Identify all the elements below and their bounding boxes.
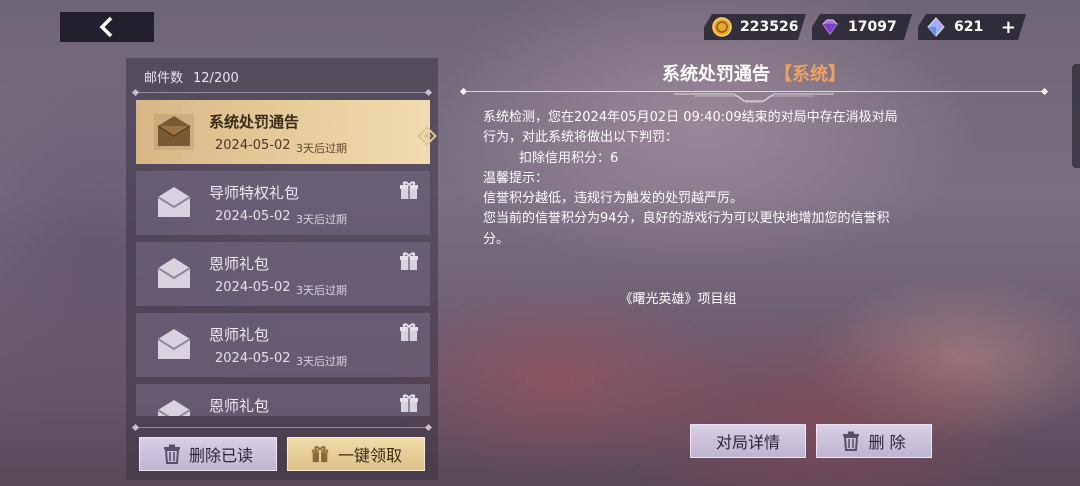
gold-coin-icon — [712, 17, 732, 37]
gold-currency: 223526 — [704, 14, 806, 40]
mail-item-selected[interactable]: 系统处罚通告 2024-05-02 3天后过期 — [136, 100, 430, 164]
mail-title: 系统处罚通告 — [209, 113, 300, 131]
crystal-currency[interactable]: 621 + — [918, 14, 1026, 40]
mail-date: 2024-05-02 — [215, 351, 291, 366]
mail-title: 恩师礼包 — [209, 397, 270, 415]
add-currency-button[interactable]: + — [1001, 17, 1016, 38]
mail-count: 邮件数 12/200 — [144, 67, 239, 86]
delete-read-button[interactable]: 删除已读 — [139, 437, 277, 471]
mail-body: 系统检测，您在2024年05月02日 09:40:09结束的对局中存在消极对局 … — [483, 108, 953, 250]
crystal-amount: 621 — [954, 19, 984, 35]
envelope-icon — [157, 187, 191, 217]
body-line: 您当前的信誉积分为94分，良好的游戏行为可以更快地增加您的信誉积 — [483, 211, 890, 227]
back-button[interactable] — [60, 12, 154, 42]
divider — [136, 427, 428, 428]
mail-count-label: 邮件数 — [144, 71, 184, 86]
title-divider — [464, 91, 1044, 92]
mail-title: 恩师礼包 — [209, 326, 270, 344]
mail-date: 2024-05-02 — [215, 209, 291, 224]
mail-date: 2024-05-02 — [215, 280, 291, 295]
match-detail-button[interactable]: 对局详情 — [690, 424, 806, 458]
mail-date: 2024-05-02 — [215, 138, 291, 153]
detail-title-text: 系统处罚通告 — [662, 64, 770, 85]
crystal-gem-icon — [926, 17, 946, 37]
body-line: 系统检测，您在2024年05月02日 09:40:09结束的对局中存在消极对局 — [483, 110, 898, 125]
delete-button[interactable]: 删 除 — [816, 424, 932, 458]
mail-expiry: 3天后过期 — [296, 284, 347, 297]
currency-bar: 223526 17097 621 + — [704, 14, 1026, 40]
mail-title: 恩师礼包 — [209, 255, 270, 273]
mail-item[interactable]: 导师特权礼包 2024-05-02 3天后过期 — [136, 171, 430, 235]
gift-icon — [311, 446, 329, 463]
gift-icon — [400, 252, 418, 270]
gift-icon — [400, 181, 418, 199]
mail-expiry: 3天后过期 — [296, 355, 347, 368]
body-line: 行为，对此系统将做出以下判罚： — [483, 130, 679, 146]
ornament-icon — [674, 93, 834, 103]
mail-list-panel: 邮件数 12/200 系统处罚通告 2024-05-02 3天后过期 导师特权礼包… — [126, 58, 438, 480]
mail-detail-title: 系统处罚通告 【系统】 — [464, 60, 1044, 86]
envelope-icon — [157, 400, 191, 416]
claim-all-button[interactable]: 一键领取 — [287, 437, 425, 471]
diamond-currency: 17097 — [812, 14, 912, 40]
trash-icon — [163, 444, 180, 464]
side-drawer-tab[interactable] — [1072, 64, 1080, 168]
mail-item[interactable]: 恩师礼包 — [136, 384, 430, 416]
purple-diamond-icon — [820, 17, 840, 37]
divider — [136, 92, 428, 93]
diamond-amount: 17097 — [848, 19, 897, 35]
signature: 《曙光英雄》项目组 — [483, 288, 1063, 307]
mail-expiry: 3天后过期 — [296, 213, 347, 226]
mail-count-value: 12/200 — [193, 71, 239, 86]
envelope-icon — [157, 329, 191, 359]
mail-list[interactable]: 系统处罚通告 2024-05-02 3天后过期 导师特权礼包 2024-05-0… — [136, 100, 432, 416]
mail-item[interactable]: 恩师礼包 2024-05-02 3天后过期 — [136, 242, 430, 306]
gift-icon — [400, 394, 418, 412]
envelope-icon — [154, 114, 194, 150]
signature-text: 《曙光英雄》项目组 — [619, 292, 737, 307]
body-line: 温馨提示： — [483, 170, 549, 186]
match-detail-label: 对局详情 — [715, 433, 780, 452]
gift-icon — [400, 323, 418, 341]
claim-all-label: 一键领取 — [337, 446, 402, 465]
mail-item[interactable]: 恩师礼包 2024-05-02 3天后过期 — [136, 313, 430, 377]
delete-label: 删 除 — [868, 433, 906, 452]
envelope-icon — [157, 258, 191, 288]
mail-expiry: 3天后过期 — [296, 142, 347, 155]
body-line: 信誉积分越低，违规行为触发的处罚越严厉。 — [483, 191, 744, 207]
body-line: 扣除信用积分：6 — [519, 150, 619, 166]
body-line: 分。 — [483, 231, 510, 247]
chevron-left-icon — [99, 16, 113, 38]
delete-read-label: 删除已读 — [188, 446, 253, 465]
trash-icon — [843, 431, 860, 451]
detail-tag: 【系统】 — [774, 64, 846, 85]
gold-amount: 223526 — [740, 19, 799, 35]
mail-title: 导师特权礼包 — [209, 184, 300, 202]
